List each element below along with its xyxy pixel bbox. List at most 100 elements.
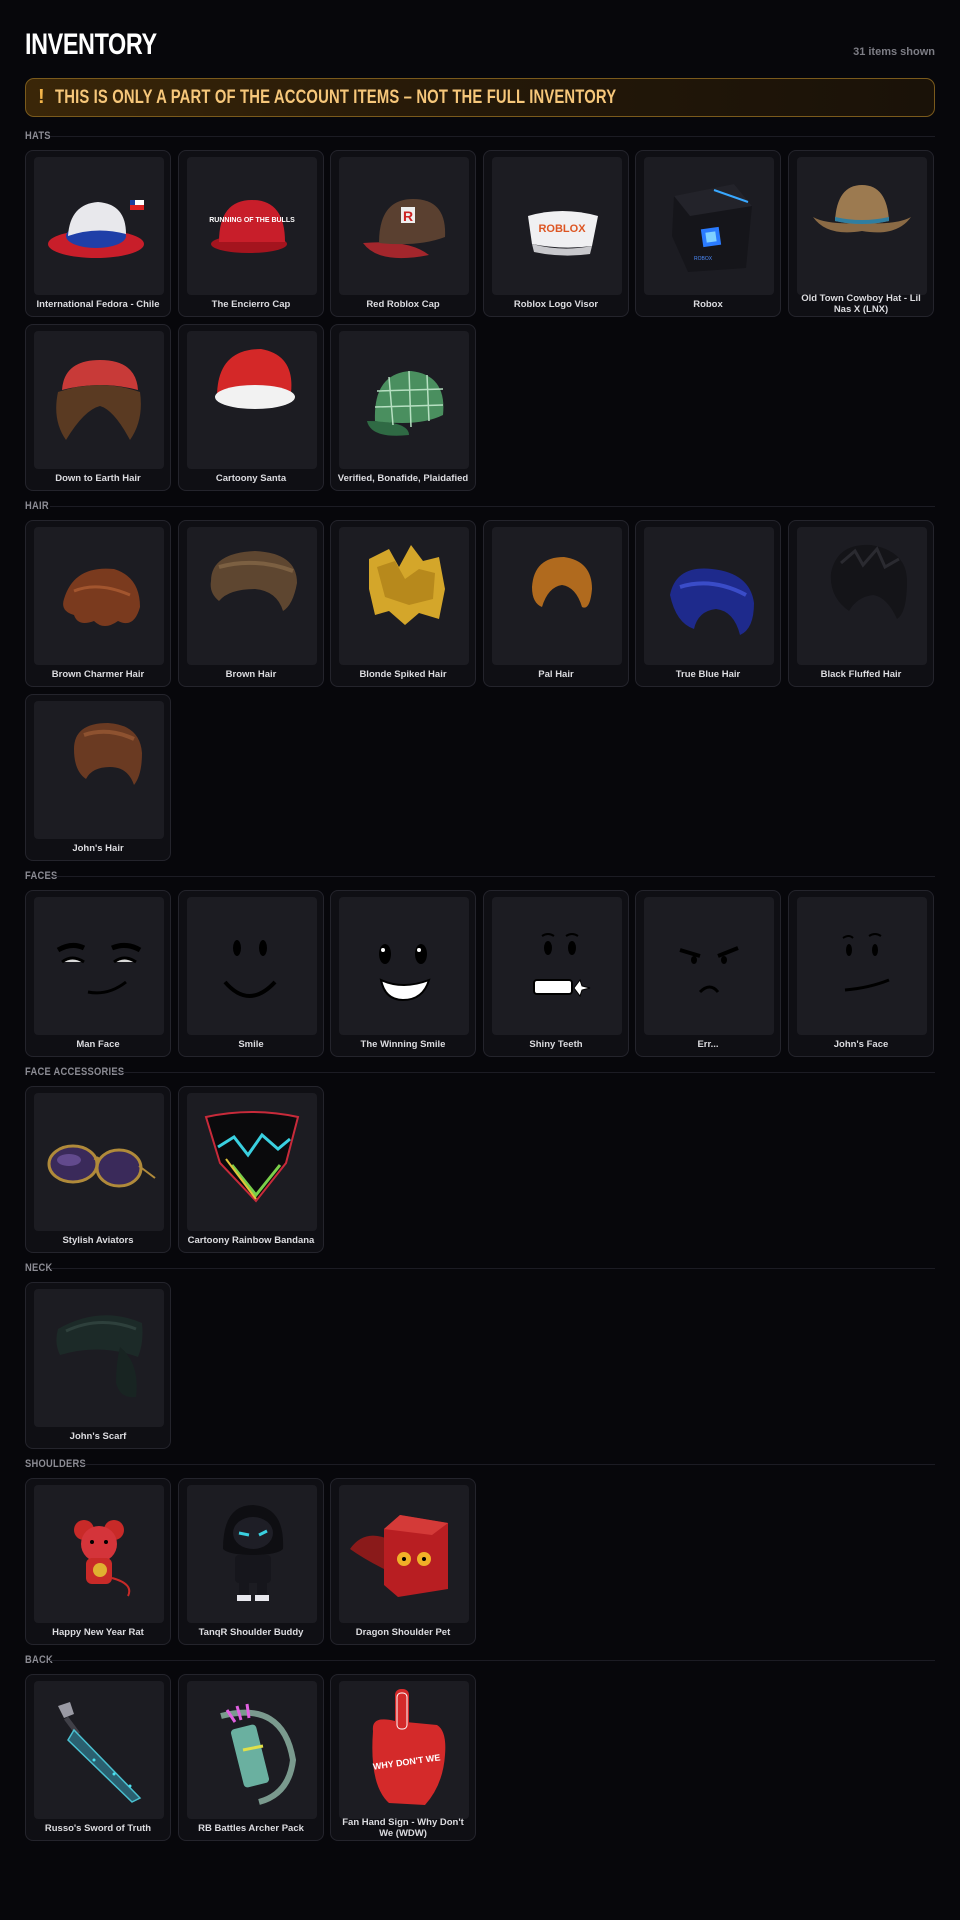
item-thumbnail [339,897,469,1035]
item-card[interactable]: Verified, Bonafide, Plaidafied [330,324,476,491]
item-card[interactable]: Brown Charmer Hair [25,520,171,687]
item-card[interactable]: Cartoony Santa [178,324,324,491]
item-name: Old Town Cowboy Hat - Lil Nas X (LNX) [801,293,921,315]
item-card[interactable]: Old Town Cowboy Hat - Lil Nas X (LNX) [788,150,934,317]
item-thumbnail [34,1485,164,1623]
page-header: INVENTORY 31 items shown [25,28,935,64]
item-card[interactable]: WHY DON'T WE Fan Hand Sign - Why Don't W… [330,1674,476,1841]
item-thumbnail [187,897,317,1035]
items-count: 31 items shown [853,46,935,58]
item-card[interactable]: Stylish Aviators [25,1086,171,1253]
item-name: John's Face [833,1039,889,1050]
item-thumbnail [34,527,164,665]
item-thumbnail [644,527,774,665]
section-divider [50,876,935,877]
item-thumbnail [187,527,317,665]
item-card[interactable]: Black Fluffed Hair [788,520,934,687]
item-name: Dragon Shoulder Pet [355,1627,451,1638]
item-name: John's Hair [72,843,124,854]
item-name: Robox [693,299,723,310]
item-name: Red Roblox Cap [366,299,440,310]
item-name: Happy New Year Rat [52,1627,144,1638]
item-card[interactable]: RB Battles Archer Pack [178,1674,324,1841]
section-divider [50,136,935,137]
item-card[interactable]: ROBLOX Roblox Logo Visor [483,150,629,317]
item-name: Russo's Sword of Truth [44,1823,152,1834]
item-thumbnail [644,897,774,1035]
item-name: Brown Charmer Hair [51,669,145,680]
section-label-hats: HATS [25,130,51,142]
item-thumbnail [34,1289,164,1427]
item-name: Man Face [76,1039,120,1050]
item-name: Pal Hair [538,669,574,680]
item-name: Black Fluffed Hair [820,669,902,680]
item-thumbnail [34,701,164,839]
item-name: The Winning Smile [360,1039,446,1050]
section-label-face-accessories: FACE ACCESSORIES [25,1066,125,1078]
item-thumbnail: RUNNING OF THE BULLS [187,157,317,295]
item-name: International Fedora - Chile [36,299,160,310]
item-card[interactable]: The Winning Smile [330,890,476,1057]
item-thumbnail: WHY DON'T WE [339,1681,469,1819]
item-card[interactable]: Dragon Shoulder Pet [330,1478,476,1645]
section-divider [50,1660,935,1661]
robox-label-text: ROBOX [694,256,713,262]
page-title: INVENTORY [25,28,157,61]
item-card[interactable]: Err... [635,890,781,1057]
section-label-shoulders: SHOULDERS [25,1458,87,1470]
item-card[interactable]: RUNNING OF THE BULLS The Encierro Cap [178,150,324,317]
item-card[interactable]: Pal Hair [483,520,629,687]
item-thumbnail [339,331,469,469]
item-card[interactable]: True Blue Hair [635,520,781,687]
warning-text: THIS IS ONLY A PART OF THE ACCOUNT ITEMS… [54,86,616,108]
item-card[interactable]: John's Face [788,890,934,1057]
item-card[interactable]: Russo's Sword of Truth [25,1674,171,1841]
cap-print-text: RUNNING OF THE BULLS [209,217,295,224]
item-thumbnail [34,897,164,1035]
item-name: Fan Hand Sign - Why Don't We (WDW) [342,1817,464,1839]
item-card[interactable]: John's Hair [25,694,171,861]
item-name: Smile [238,1039,264,1050]
item-card[interactable]: Blonde Spiked Hair [330,520,476,687]
item-name: Blonde Spiked Hair [359,669,447,680]
item-card[interactable]: Down to Earth Hair [25,324,171,491]
item-thumbnail [34,1681,164,1819]
item-thumbnail: R [339,157,469,295]
item-card[interactable]: R Red Roblox Cap [330,150,476,317]
item-thumbnail [492,897,622,1035]
item-card[interactable]: Happy New Year Rat [25,1478,171,1645]
item-name: Down to Earth Hair [55,473,141,484]
item-thumbnail [339,1485,469,1623]
item-thumbnail [34,1093,164,1231]
visor-logo-text: ROBLOX [538,223,586,235]
item-card[interactable]: Man Face [25,890,171,1057]
item-name: TanqR Shoulder Buddy [198,1627,304,1638]
item-card[interactable]: Smile [178,890,324,1057]
item-thumbnail: ROBLOX [492,157,622,295]
item-card[interactable]: Brown Hair [178,520,324,687]
item-card[interactable]: International Fedora - Chile [25,150,171,317]
item-thumbnail [797,527,927,665]
item-thumbnail [797,157,927,295]
item-thumbnail [187,1681,317,1819]
item-card[interactable]: Cartoony Rainbow Bandana [178,1086,324,1253]
item-card[interactable]: TanqR Shoulder Buddy [178,1478,324,1645]
item-name: Err... [697,1039,719,1050]
section-label-hair: HAIR [25,500,49,512]
item-name: Shiny Teeth [529,1039,583,1050]
item-card[interactable]: John's Scarf [25,1282,171,1449]
item-name: RB Battles Archer Pack [198,1823,304,1834]
item-name: Cartoony Santa [215,473,287,484]
item-thumbnail [187,331,317,469]
item-card[interactable]: Shiny Teeth [483,890,629,1057]
item-name: Verified, Bonafide, Plaidafied [337,473,469,484]
item-name: Cartoony Rainbow Bandana [187,1235,315,1246]
item-thumbnail [187,1093,317,1231]
item-name: True Blue Hair [675,669,741,680]
item-thumbnail [187,1485,317,1623]
item-name: Stylish Aviators [62,1235,134,1246]
item-card[interactable]: ROBOX Robox [635,150,781,317]
section-label-neck: NECK [25,1262,53,1274]
item-thumbnail [34,157,164,295]
item-thumbnail: ROBOX [644,157,774,295]
